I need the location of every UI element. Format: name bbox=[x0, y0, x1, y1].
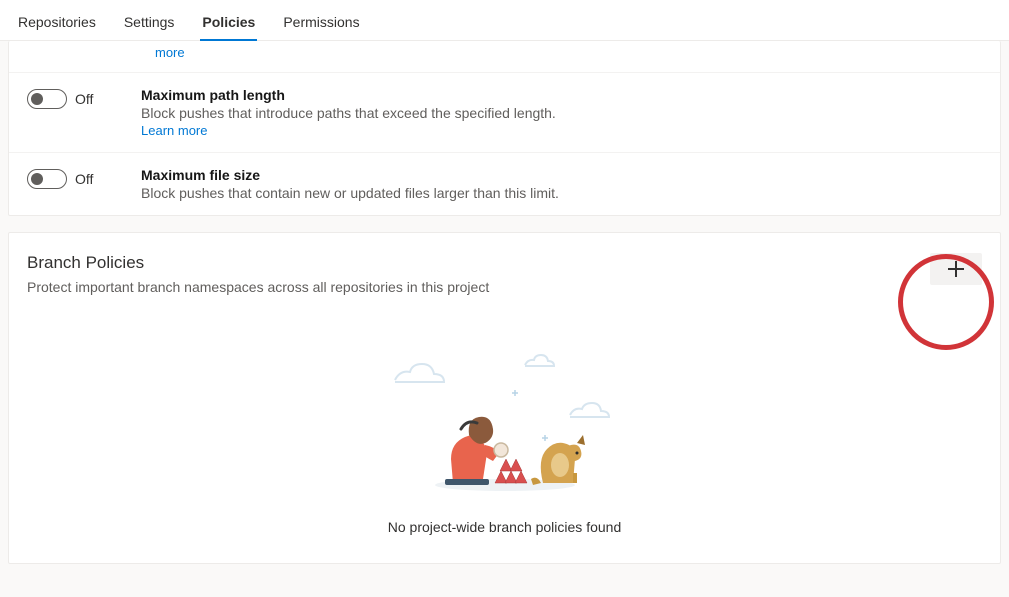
repo-policies-card: more Off Maximum path length Block pushe… bbox=[8, 41, 1001, 216]
toggle-state-label: Off bbox=[75, 171, 93, 187]
tab-permissions[interactable]: Permissions bbox=[281, 10, 361, 40]
empty-state-text: No project-wide branch policies found bbox=[388, 519, 621, 535]
empty-state: No project-wide branch policies found bbox=[27, 335, 982, 535]
policy-desc: Block pushes that introduce paths that e… bbox=[141, 105, 982, 121]
empty-illustration bbox=[375, 335, 635, 495]
branch-policies-title: Branch Policies bbox=[27, 253, 489, 273]
branch-policies-card: Branch Policies Protect important branch… bbox=[8, 232, 1001, 564]
policy-row-max-file: Off Maximum file size Block pushes that … bbox=[9, 152, 1000, 215]
toggle-state-label: Off bbox=[75, 91, 93, 107]
prev-policy-learn-more-link[interactable]: more bbox=[9, 41, 1000, 72]
learn-more-link[interactable]: Learn more bbox=[141, 123, 207, 138]
plus-icon bbox=[948, 261, 964, 277]
tab-repositories[interactable]: Repositories bbox=[16, 10, 98, 40]
policy-desc: Block pushes that contain new or updated… bbox=[141, 185, 982, 201]
tab-settings[interactable]: Settings bbox=[122, 10, 177, 40]
toggle-max-path[interactable] bbox=[27, 89, 67, 109]
tab-policies[interactable]: Policies bbox=[200, 10, 257, 40]
policy-title: Maximum path length bbox=[141, 87, 982, 103]
toggle-max-file[interactable] bbox=[27, 169, 67, 189]
tabs-bar: Repositories Settings Policies Permissio… bbox=[0, 0, 1009, 41]
add-branch-policy-button[interactable] bbox=[930, 253, 982, 285]
policy-row-max-path: Off Maximum path length Block pushes tha… bbox=[9, 72, 1000, 152]
policy-title: Maximum file size bbox=[141, 167, 982, 183]
branch-policies-subtitle: Protect important branch namespaces acro… bbox=[27, 279, 489, 295]
